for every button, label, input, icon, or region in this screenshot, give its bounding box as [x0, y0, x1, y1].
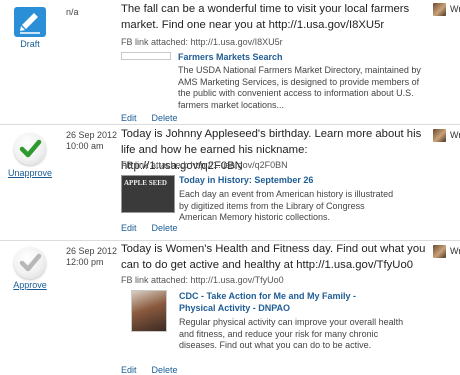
post-actions: Edit Delete [121, 113, 193, 123]
avatar-icon [433, 129, 446, 142]
unapprove-link[interactable]: Unapprove [0, 168, 60, 178]
approve-link[interactable]: Approve [0, 280, 60, 290]
link-title[interactable]: Today in History: September 26 [179, 175, 313, 185]
link-thumbnail: APPLE SEED [121, 175, 175, 213]
avatar-icon [433, 245, 446, 258]
link-description: Each day an event from American history … [179, 189, 394, 222]
link-title[interactable]: CDC - Take Action for Me and My Family -… [179, 291, 379, 314]
post-date: n/a [66, 7, 79, 17]
edit-link[interactable]: Edit [121, 223, 137, 233]
checkmark-green-icon[interactable] [14, 133, 46, 165]
thumbnail-caption: APPLE SEED [124, 179, 167, 187]
avatar-icon [433, 3, 446, 16]
fb-link-text: FB link attached: http://1.usa.gov/TfyUo… [121, 275, 284, 285]
post-actions: Edit Delete [121, 365, 193, 375]
link-thumbnail [121, 52, 171, 60]
checkmark-grey-icon[interactable] [14, 247, 46, 279]
edit-link[interactable]: Edit [121, 365, 137, 375]
post-actions: Edit Delete [121, 223, 193, 233]
post-message: The fall can be a wonderful time to visi… [121, 3, 410, 31]
post-date: 26 Sep 2012 12:00 pm [66, 246, 118, 267]
post-message: Today is Women's Health and Fitness day.… [121, 243, 426, 271]
link-description: The USDA National Farmers Market Directo… [178, 65, 421, 110]
edit-link[interactable]: Edit [121, 113, 137, 123]
link-title[interactable]: Farmers Markets Search [178, 52, 283, 62]
draft-pencil-icon[interactable] [14, 7, 46, 37]
author-name: Wr [450, 246, 460, 256]
post-row-approved: Unapprove 26 Sep 2012 10:00 am Today is J… [0, 125, 460, 240]
link-thumbnail [131, 290, 167, 332]
delete-link[interactable]: Delete [152, 113, 178, 123]
link-preview[interactable]: Farmers Markets Search The USDA National… [121, 52, 421, 110]
link-description: Regular physical activity can improve yo… [179, 317, 404, 350]
post-row-pending: Approve 26 Sep 2012 12:00 pm Today is Wom… [0, 241, 460, 375]
post-row-draft: Draft n/a The fall can be a wonderful ti… [0, 0, 460, 125]
author-name: Wr [450, 130, 460, 140]
delete-link[interactable]: Delete [152, 365, 178, 375]
link-preview[interactable]: CDC - Take Action for Me and My Family -… [121, 290, 421, 360]
fb-link-text: FB link attached: http://1.usa.gov/q2F0B… [121, 160, 288, 170]
link-preview[interactable]: APPLE SEED Today in History: September 2… [121, 174, 421, 222]
fb-link-text: FB link attached: http://1.usa.gov/I8XU5… [121, 37, 283, 47]
post-date: 26 Sep 2012 10:00 am [66, 130, 118, 151]
delete-link[interactable]: Delete [152, 223, 178, 233]
author-name: Wr [450, 4, 460, 14]
status-label[interactable]: Draft [0, 39, 60, 49]
